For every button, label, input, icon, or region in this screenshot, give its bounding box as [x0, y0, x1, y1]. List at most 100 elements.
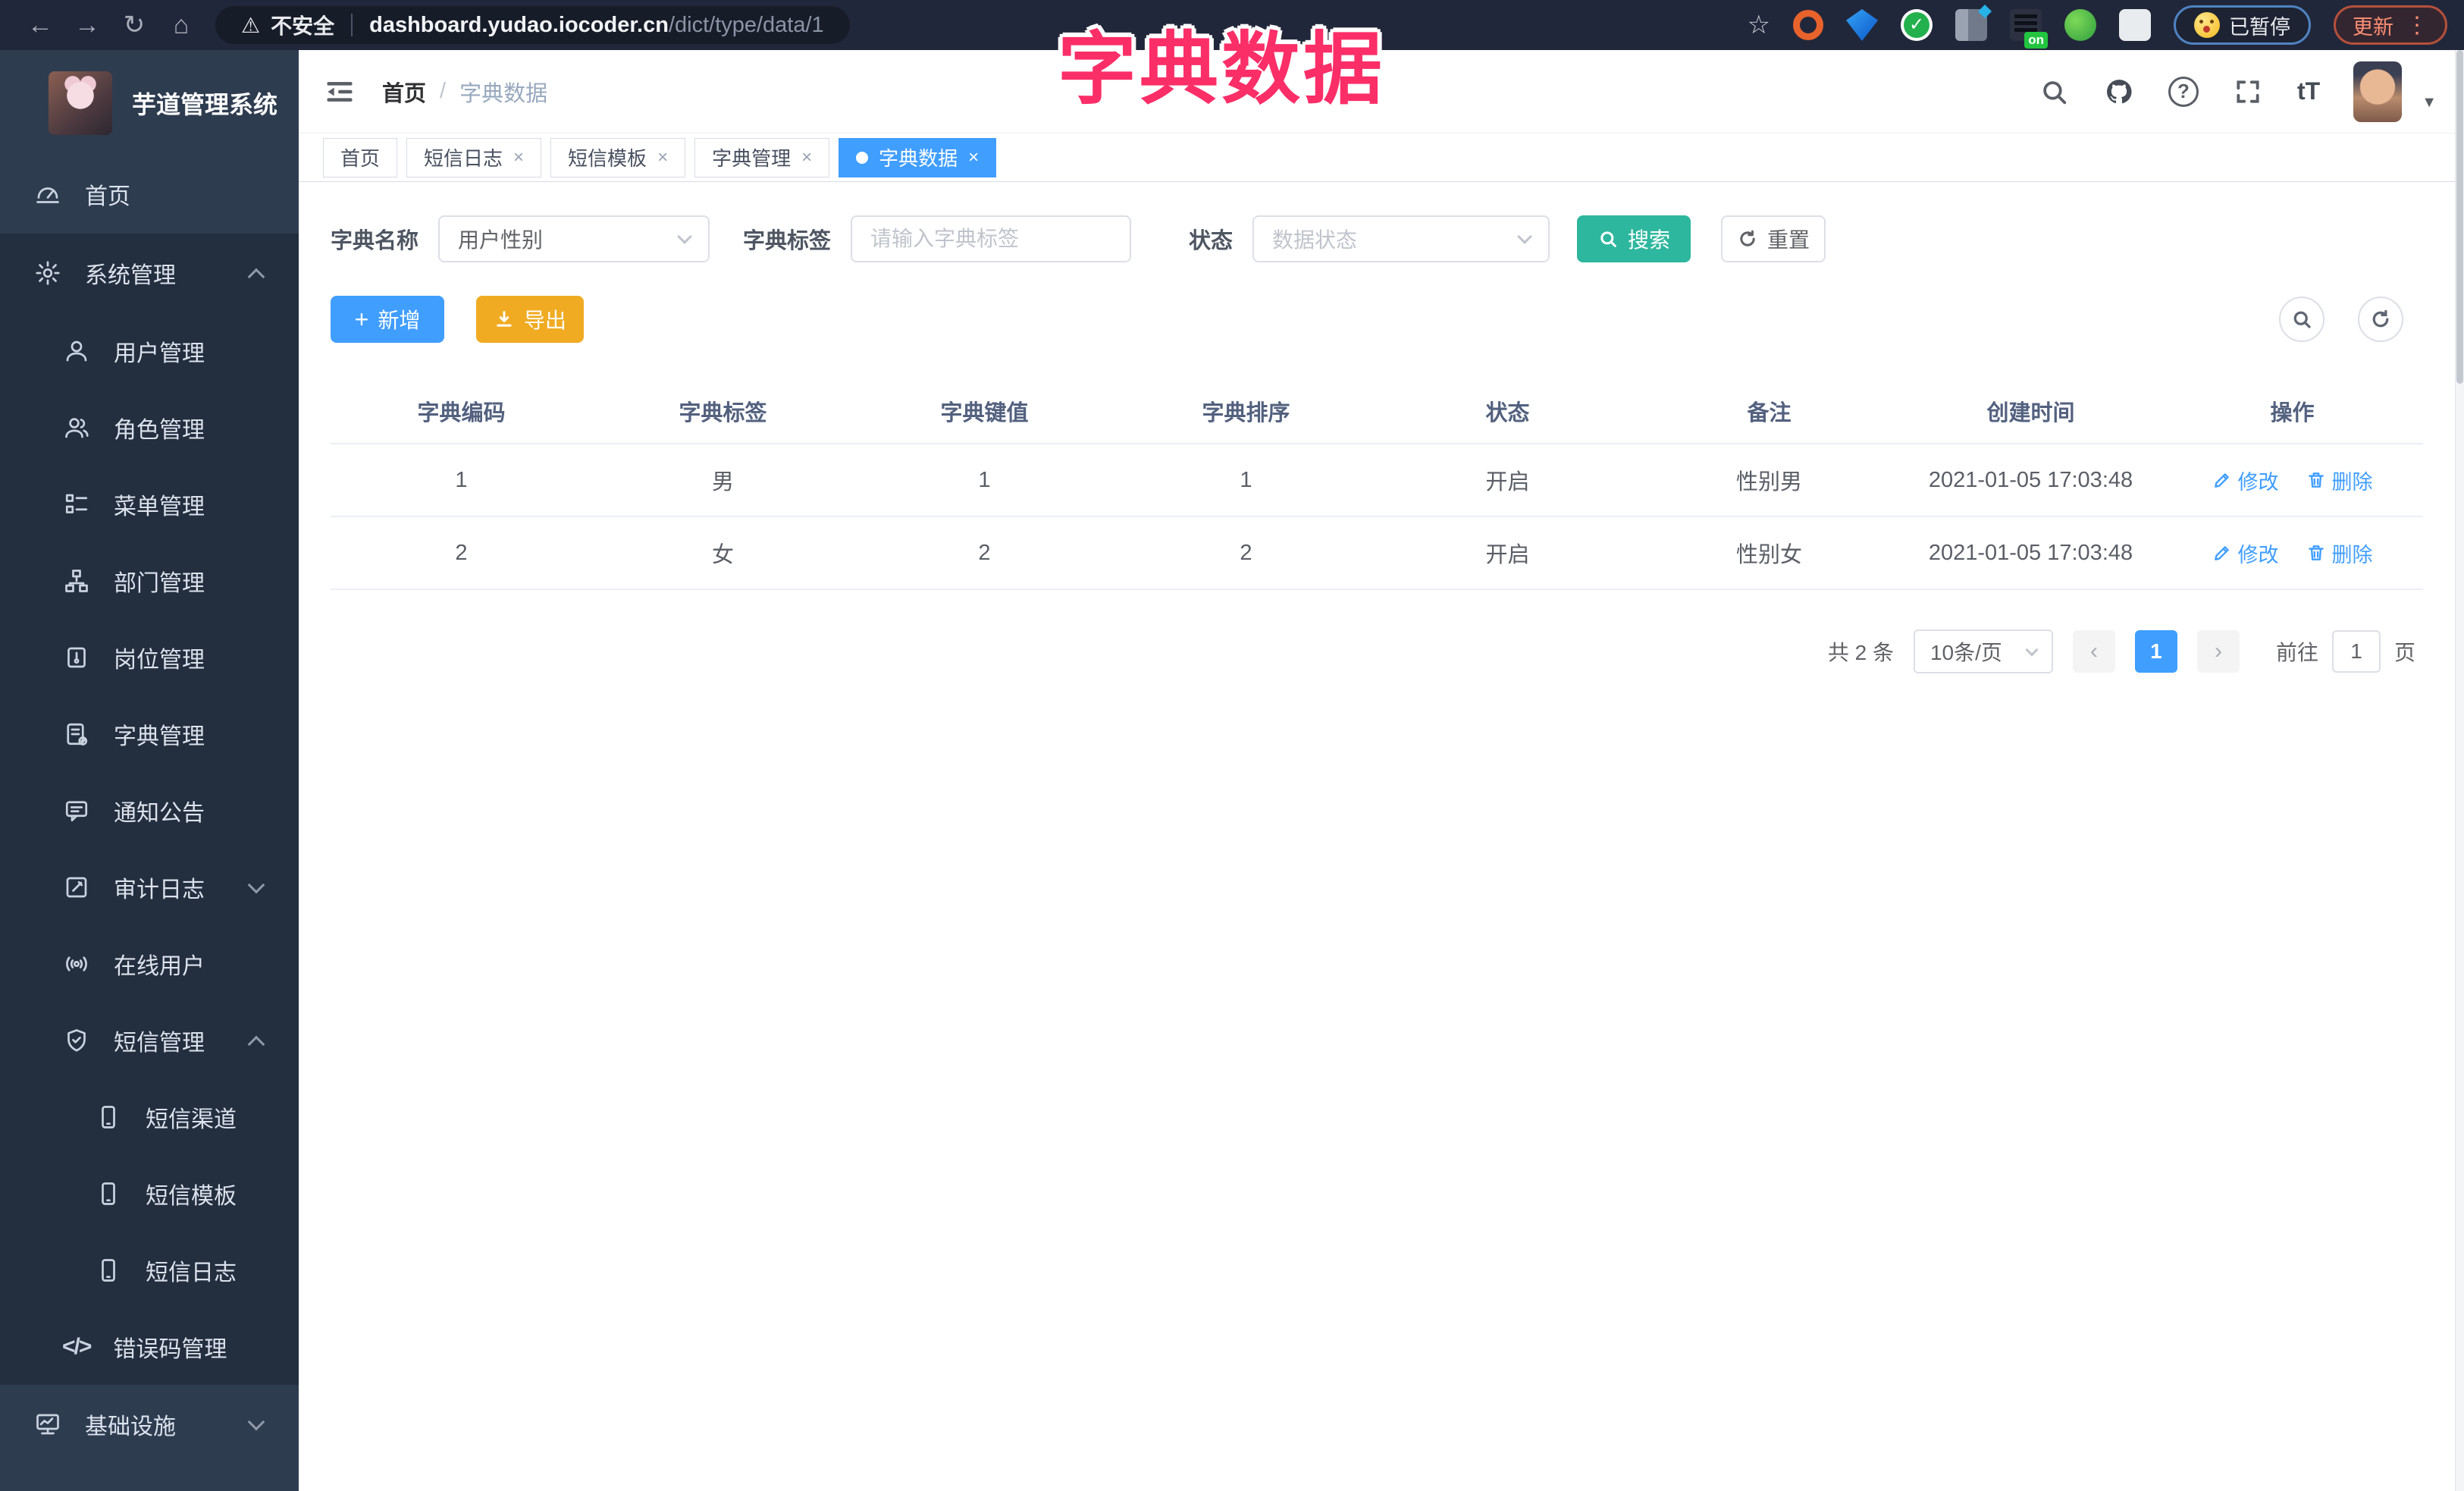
dict-tag-input[interactable]: [851, 215, 1132, 262]
close-icon[interactable]: ×: [968, 147, 979, 168]
github-icon[interactable]: [2103, 76, 2135, 108]
browser-menu-kebab-icon[interactable]: ⋮: [2406, 12, 2428, 39]
url-host: dashboard.yudao.iocoder.cn: [369, 12, 669, 37]
goto-page-input[interactable]: [2331, 630, 2381, 673]
sidebar-menu: 首页 系统管理 用户管理 角色管理 菜单管理 部门管理 岗位管理 字典管理 通知…: [0, 155, 299, 1491]
sidebar-item-audit-log[interactable]: 审计日志: [0, 849, 299, 925]
chevron-down-icon: [677, 229, 692, 244]
sidebar-item-department-management[interactable]: 部门管理: [0, 542, 299, 619]
profile-paused-chip[interactable]: 已暂停: [2174, 5, 2311, 45]
chevron-down-icon: [247, 876, 265, 893]
status-value: 开启: [1485, 543, 1530, 567]
fullscreen-icon[interactable]: [2232, 76, 2264, 108]
browser-toolbar-right: ☆ 已暂停 更新 ⋮: [1748, 5, 2447, 49]
sidebar-item-errorcode-management[interactable]: </> 错误码管理: [0, 1308, 299, 1385]
browser-reload-icon[interactable]: ↻: [111, 10, 158, 40]
sidebar-item-menu-management[interactable]: 菜单管理: [0, 466, 299, 542]
sidebar-item-sms-channel[interactable]: 短信渠道: [0, 1078, 299, 1155]
badge-icon: [62, 643, 91, 672]
avatar-caret-icon[interactable]: ▼: [2422, 94, 2437, 111]
table-refresh-icon[interactable]: [2358, 297, 2403, 342]
sidebar-item-post-management[interactable]: 岗位管理: [0, 619, 299, 695]
sidebar-collapse-icon[interactable]: [323, 75, 356, 108]
help-icon[interactable]: ?: [2168, 76, 2199, 107]
sidebar-item-sms-template[interactable]: 短信模板: [0, 1155, 299, 1232]
extension-orange-icon[interactable]: [1793, 10, 1823, 40]
extensions-puzzle-icon[interactable]: [2119, 9, 2151, 41]
app-logo-row[interactable]: 芋道管理系统: [0, 50, 299, 155]
dictionary-book-icon: [62, 720, 91, 749]
chevron-up-icon: [247, 268, 265, 286]
tab-dict-data[interactable]: 字典数据 ×: [839, 137, 997, 177]
url-path: /dict/type/data/1: [668, 12, 824, 37]
tab-sms-template[interactable]: 短信模板 ×: [550, 137, 686, 177]
sidebar-item-infrastructure[interactable]: 基础设施: [0, 1385, 299, 1464]
sidebar-item-role-management[interactable]: 角色管理: [0, 389, 299, 466]
col-header: 备注: [1747, 401, 1792, 425]
sidebar-item-user-management[interactable]: 用户管理: [0, 312, 299, 389]
table-toolbar: + 新增 导出: [331, 296, 2423, 343]
edit-link[interactable]: 修改: [2212, 466, 2279, 495]
user-avatar[interactable]: [2353, 61, 2403, 122]
status-value: 开启: [1485, 470, 1530, 494]
window-scrollbar[interactable]: [2455, 50, 2464, 1491]
chevron-down-icon: [1517, 229, 1532, 244]
browser-back-icon[interactable]: ←: [17, 11, 64, 40]
browser-update-button[interactable]: 更新 ⋮: [2334, 5, 2447, 45]
close-icon[interactable]: ×: [657, 147, 668, 168]
extension-gem-icon[interactable]: [1846, 9, 1878, 41]
font-size-icon[interactable]: tT: [2297, 77, 2320, 105]
reset-button[interactable]: 重置: [1721, 215, 1826, 262]
security-warning-icon: ⚠: [241, 13, 261, 37]
tab-sms-log[interactable]: 短信日志 ×: [406, 137, 542, 177]
status-select[interactable]: 数据状态: [1252, 215, 1550, 262]
close-icon[interactable]: ×: [801, 147, 812, 168]
app-logo: [49, 71, 112, 135]
sidebar-item-home[interactable]: 首页: [0, 155, 299, 234]
url-divider: [351, 14, 353, 36]
extension-check-icon[interactable]: [1901, 9, 1933, 41]
breadcrumb-home[interactable]: 首页: [382, 76, 426, 108]
header-search-icon[interactable]: [2038, 76, 2070, 108]
close-icon[interactable]: ×: [513, 147, 524, 168]
scrollbar-thumb[interactable]: [2456, 50, 2463, 384]
prev-page-button[interactable]: ‹: [2072, 630, 2115, 673]
export-button[interactable]: 导出: [476, 296, 584, 343]
sidebar-item-notice[interactable]: 通知公告: [0, 772, 299, 849]
tab-dict-management[interactable]: 字典管理 ×: [694, 137, 830, 177]
search-button[interactable]: 搜索: [1577, 215, 1691, 262]
table-search-toggle-icon[interactable]: [2279, 297, 2324, 342]
online-signal-icon: [62, 950, 91, 978]
extension-columns-icon[interactable]: [1955, 9, 1987, 41]
next-page-button[interactable]: ›: [2196, 630, 2240, 673]
tab-home[interactable]: 首页: [323, 137, 398, 177]
sidebar-item-sms-management[interactable]: 短信管理: [0, 1002, 299, 1078]
col-header: 字典排序: [1202, 401, 1290, 425]
extension-green-icon[interactable]: [2064, 9, 2096, 41]
dict-name-select[interactable]: 用户性别: [438, 215, 710, 262]
page-number-button[interactable]: 1: [2134, 630, 2177, 673]
sidebar-item-sms-log[interactable]: 短信日志: [0, 1232, 299, 1308]
table-row: 2 女 2 2 开启 性别女 2021-01-05 17:03:48 修改 删除: [331, 517, 2423, 590]
edit-link[interactable]: 修改: [2212, 538, 2279, 568]
paused-label: 已暂停: [2229, 15, 2290, 39]
extension-switch-on-icon[interactable]: [2010, 9, 2048, 49]
page-content: 字典名称 用户性别 字典标签 状态 数据状态 搜索: [299, 182, 2464, 1491]
sidebar-item-dict-management[interactable]: 字典管理: [0, 695, 299, 772]
menu-tree-icon: [62, 490, 91, 519]
table-tools: [2279, 297, 2403, 342]
add-button[interactable]: + 新增: [331, 296, 444, 343]
bookmark-star-icon[interactable]: ☆: [1748, 10, 1770, 40]
browser-forward-icon[interactable]: →: [64, 11, 111, 40]
page-size-select[interactable]: 10条/页: [1913, 629, 2053, 673]
col-header: 字典编码: [417, 401, 506, 425]
announcement-icon: [62, 796, 91, 825]
sidebar-item-online-users[interactable]: 在线用户: [0, 925, 299, 1002]
delete-link[interactable]: 删除: [2306, 466, 2373, 495]
address-bar[interactable]: ⚠ 不安全 dashboard.yudao.iocoder.cn /dict/t…: [215, 6, 850, 44]
delete-link[interactable]: 删除: [2306, 538, 2373, 568]
table-row: 1 男 1 1 开启 性别男 2021-01-05 17:03:48 修改 删除: [331, 444, 2423, 517]
browser-home-icon[interactable]: ⌂: [158, 11, 205, 40]
sidebar-item-system-management[interactable]: 系统管理: [0, 234, 299, 312]
users-icon: [62, 413, 91, 442]
